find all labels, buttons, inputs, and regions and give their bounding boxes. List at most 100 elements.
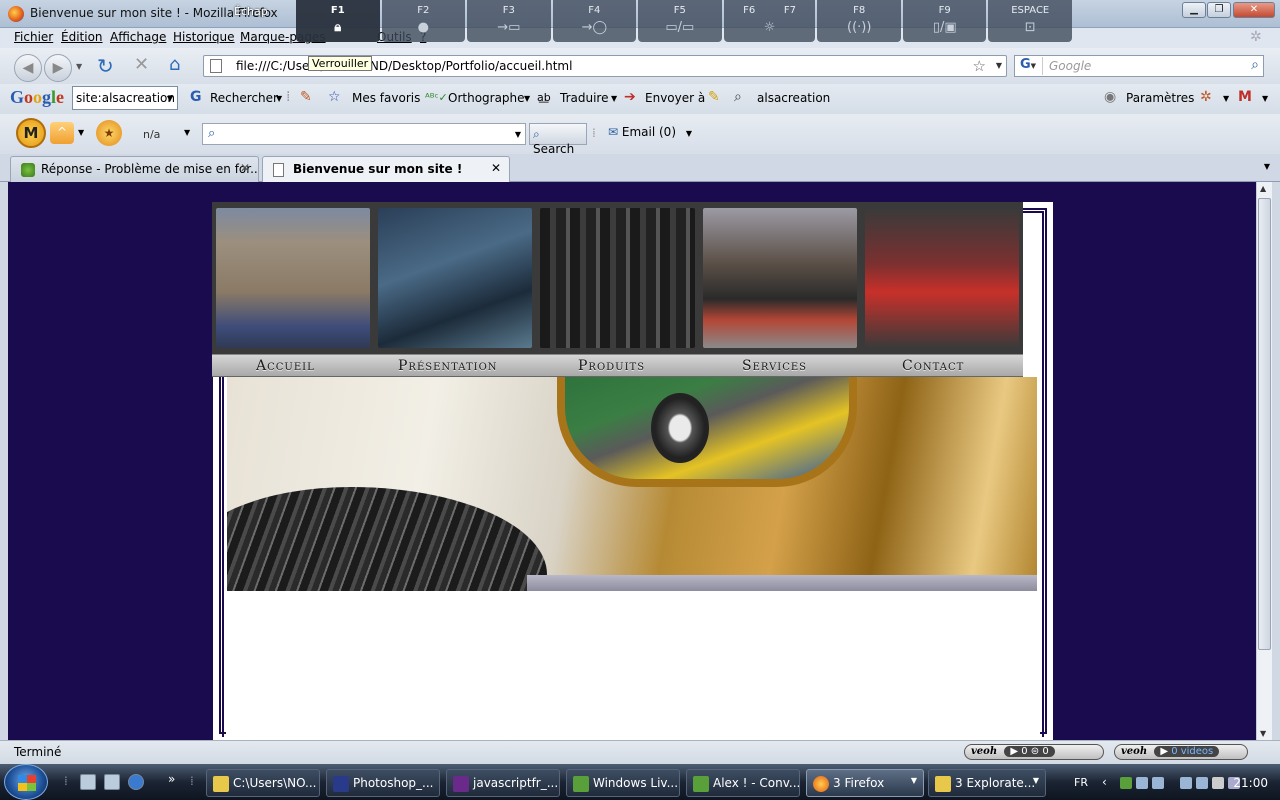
google-logo[interactable]: Google: [10, 87, 64, 108]
mcafee-logo[interactable]: M: [16, 118, 46, 148]
mcafee-search-input[interactable]: ⌕ ▼: [202, 123, 526, 145]
alsacreation-button[interactable]: alsacreation: [757, 91, 830, 105]
email-button[interactable]: ✉ Email (0) ▼: [608, 125, 692, 139]
favorites-star-icon[interactable]: ☆: [328, 89, 341, 105]
reload-icon[interactable]: ↻: [97, 54, 114, 78]
task-javascriptfr[interactable]: javascriptfr_...: [446, 769, 560, 797]
nav-services[interactable]: Services: [742, 358, 807, 374]
nav-accueil[interactable]: Accueil: [256, 358, 315, 374]
url-text[interactable]: file:///C:/Users/NORMAND/Desktop/Portfol…: [236, 59, 572, 73]
extension-dropdown-icon[interactable]: ▼: [1223, 94, 1229, 103]
alsacreation-search-icon[interactable]: ⌕: [734, 89, 742, 105]
scroll-up-icon[interactable]: ▲: [1260, 184, 1266, 193]
traduire-button[interactable]: Traduire: [560, 91, 608, 105]
envoyer-button[interactable]: Envoyer à: [645, 91, 705, 105]
f3-key[interactable]: F3 →▭: [467, 0, 551, 42]
tray-expand-icon[interactable]: ‹: [1102, 775, 1107, 789]
search-dropdown-icon[interactable]: ▼: [515, 130, 521, 139]
orthographe-button[interactable]: Orthographe: [448, 91, 525, 105]
send-icon[interactable]: ➔: [624, 89, 636, 105]
rating-dropdown-icon[interactable]: ▼: [184, 128, 190, 137]
task-explorer-users[interactable]: C:\Users\NO...: [206, 769, 320, 797]
messenger-tray-icon[interactable]: [1120, 777, 1132, 789]
start-button[interactable]: [4, 764, 48, 800]
tab-close-icon[interactable]: ✕: [240, 161, 250, 175]
quicklaunch-more-icon[interactable]: »: [168, 772, 175, 786]
menu-affichage[interactable]: Affichage: [110, 30, 166, 44]
search-icon[interactable]: ⌕: [1251, 57, 1259, 73]
ie-icon[interactable]: [128, 774, 144, 790]
google-engine-icon[interactable]: G▼: [1017, 57, 1043, 75]
google-search-icon[interactable]: G: [190, 89, 202, 105]
switch-windows-icon[interactable]: [104, 774, 120, 790]
stop-icon[interactable]: ✕: [134, 54, 149, 75]
gmail-icon[interactable]: M: [1238, 89, 1252, 105]
favoris-button[interactable]: Mes favoris: [352, 91, 420, 105]
search-button[interactable]: ⌕ Search: [529, 123, 587, 156]
veoh-player-widget[interactable]: veoh ▶ 0 ⊜ 0: [964, 744, 1104, 760]
f6-f7-key[interactable]: F6 F7 ☼: [723, 0, 816, 42]
space-key[interactable]: ESPACE ⊡: [988, 0, 1072, 42]
back-button[interactable]: ◀: [14, 54, 42, 82]
network-tray-icon[interactable]: [1136, 777, 1148, 789]
clock[interactable]: 21:00: [1233, 776, 1268, 790]
mcafee-dropdown-icon[interactable]: ▼: [78, 128, 84, 137]
extension-icon[interactable]: ✲: [1200, 89, 1212, 105]
close-button[interactable]: ✕: [1233, 2, 1275, 18]
parametres-button[interactable]: Paramètres: [1126, 91, 1194, 105]
f2-key[interactable]: F2 ●: [381, 0, 466, 42]
show-desktop-icon[interactable]: [80, 774, 96, 790]
highlight-icon[interactable]: ✎: [708, 89, 720, 105]
scrollbar-thumb[interactable]: [1258, 198, 1271, 650]
rechercher-dropdown-icon[interactable]: ▼: [276, 94, 282, 103]
task-windows-live[interactable]: Windows Liv...: [566, 769, 680, 797]
history-dropdown-icon[interactable]: ▼: [76, 62, 82, 71]
popup-blocker-icon[interactable]: ✎: [300, 89, 312, 105]
site-select[interactable]: site:alsacreation ▼: [72, 86, 178, 110]
tab-close-icon[interactable]: ✕: [491, 161, 501, 175]
gmail-dropdown-icon[interactable]: ▼: [1262, 94, 1268, 103]
orthographe-dropdown-icon[interactable]: ▼: [524, 94, 530, 103]
scroll-down-icon[interactable]: ▼: [1260, 729, 1266, 738]
nav-presentation[interactable]: Présentation: [398, 358, 498, 374]
translate-icon[interactable]: a͟b: [537, 91, 551, 104]
veoh-videos-widget[interactable]: veoh ▶ 0 videos: [1114, 744, 1248, 760]
f8-key[interactable]: F8 ((·)): [817, 0, 901, 42]
task-conversation[interactable]: Alex ! - Conv...: [686, 769, 800, 797]
search-bar[interactable]: G▼ Google ⌕: [1014, 55, 1264, 77]
forward-button[interactable]: ▶: [44, 54, 72, 82]
home-icon[interactable]: ⌂: [169, 54, 180, 75]
language-indicator[interactable]: FR: [1074, 776, 1088, 789]
network-connections-icon[interactable]: [1196, 777, 1208, 789]
spellcheck-icon[interactable]: ᴬᴮᶜ✓: [425, 91, 448, 104]
nav-contact[interactable]: Contact: [902, 358, 964, 374]
f9-key[interactable]: F9 ▯/▣: [902, 0, 987, 42]
rating-star-icon[interactable]: ★: [96, 120, 122, 146]
settings-icon[interactable]: ◉: [1104, 89, 1116, 105]
menu-edition[interactable]: Édition: [61, 30, 103, 44]
tab-reponse[interactable]: Réponse - Problème de mise en for... ✕: [10, 156, 259, 182]
f4-key[interactable]: F4 →◯: [552, 0, 637, 42]
mcafee-menu-button[interactable]: ^: [50, 122, 74, 144]
url-dropdown-icon[interactable]: ▼: [996, 61, 1002, 70]
email-dropdown-icon[interactable]: ▼: [686, 129, 692, 138]
display-tray-icon[interactable]: [1152, 777, 1164, 789]
f5-key[interactable]: F5 ▭/▭: [638, 0, 722, 42]
traduire-dropdown-icon[interactable]: ▼: [611, 94, 617, 103]
task-firefox-group[interactable]: 3 Firefox ▼: [806, 769, 924, 797]
tab-bienvenue[interactable]: Bienvenue sur mon site ! ✕: [262, 156, 510, 182]
minimize-button[interactable]: ▁: [1182, 2, 1206, 18]
volume-icon[interactable]: [1212, 777, 1224, 789]
power-tray-icon[interactable]: [1180, 777, 1192, 789]
f1-key[interactable]: F1 🔒︎: [296, 0, 380, 42]
task-explorer-group[interactable]: 3 Explorate... ▼: [928, 769, 1046, 797]
menu-historique[interactable]: Historique: [173, 30, 235, 44]
nav-produits[interactable]: Produits: [578, 358, 645, 374]
bookmark-star-icon[interactable]: ☆: [973, 57, 986, 75]
menu-fichier[interactable]: Fichier: [14, 30, 53, 44]
tab-list-dropdown-icon[interactable]: ▼: [1260, 162, 1274, 176]
maximize-button[interactable]: ❐: [1207, 2, 1231, 18]
task-photoshop[interactable]: Photoshop_...: [326, 769, 440, 797]
rechercher-button[interactable]: Rechercher: [210, 91, 278, 105]
vertical-scrollbar[interactable]: ▲ ▼: [1256, 182, 1272, 740]
